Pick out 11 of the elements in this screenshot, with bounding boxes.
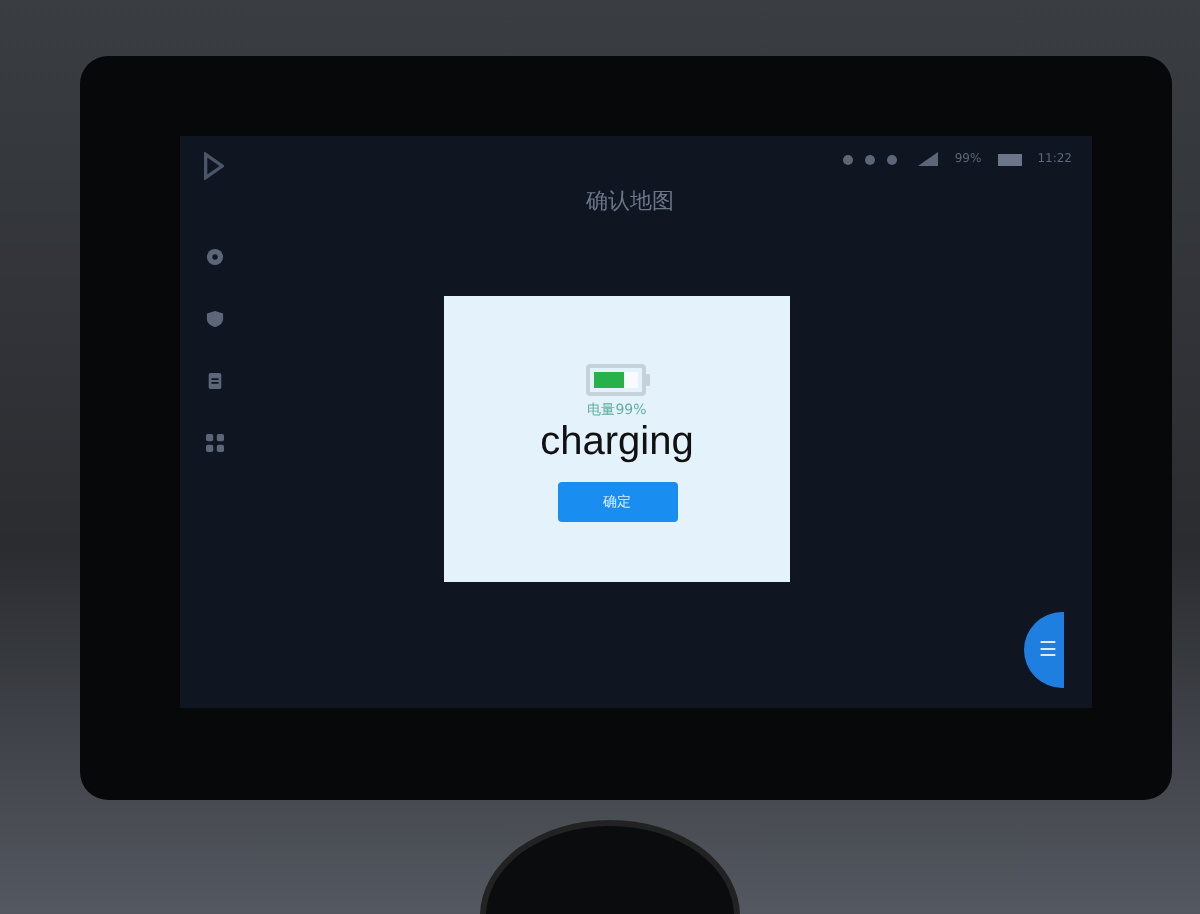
clipboard-icon[interactable]	[205, 372, 223, 390]
page-title: 确认地图	[584, 186, 676, 216]
menu-button[interactable]: ☰	[1024, 612, 1064, 688]
status-icons	[842, 153, 903, 165]
signal-icon	[918, 152, 939, 166]
shield-icon[interactable]	[205, 310, 223, 328]
grid-icon[interactable]	[205, 434, 223, 452]
caption-overlay: charging	[540, 422, 694, 462]
battery-icon	[997, 153, 1022, 165]
logo-icon	[204, 152, 224, 180]
location-pin-icon[interactable]	[205, 248, 223, 266]
